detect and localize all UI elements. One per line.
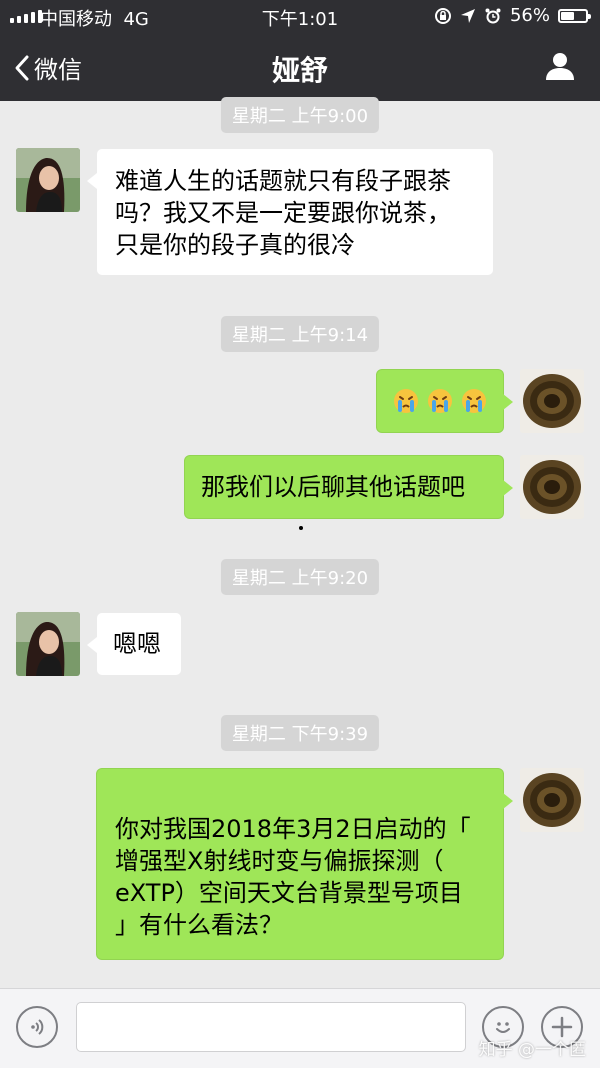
message-timestamp: 星期二 上午9:14 xyxy=(220,316,380,352)
stray-dot xyxy=(299,526,303,530)
message-text-line: 」有什么看法？ xyxy=(115,911,283,939)
my-photo xyxy=(520,369,584,433)
chat-title: 娅舒 xyxy=(271,54,328,87)
outgoing-message-bubble[interactable]: 你对我国2018年3月2日启动的「 增强型X射线时变与偏振探测（ eXTP）空间… xyxy=(96,768,513,960)
message-timestamp: 星期二 下午9:39 xyxy=(220,715,380,751)
contact-avatar[interactable] xyxy=(16,612,80,676)
crying-face-emoji xyxy=(426,387,454,415)
voice-input-button[interactable] xyxy=(16,1006,58,1048)
message-text-line: eXTP）空间天文台背景型号项目 xyxy=(115,879,463,907)
message-text-line: 吗？我又不是一定要跟你说茶， xyxy=(115,199,451,227)
crying-face-emoji xyxy=(392,387,420,415)
incoming-message-bubble[interactable]: 难道人生的话题就只有段子跟茶 吗？我又不是一定要跟你说茶， 只是你的段子真的很冷 xyxy=(87,148,494,276)
voice-wave-icon xyxy=(31,1019,44,1035)
contact-photo xyxy=(16,612,80,676)
message-input[interactable] xyxy=(76,1002,466,1052)
battery-icon xyxy=(558,8,591,23)
message-timestamp: 星期二 上午9:20 xyxy=(220,559,380,595)
watermark-text: 知乎 @一个匿 xyxy=(478,1040,586,1060)
outgoing-message-bubble[interactable]: 那我们以后聊其他话题吧 xyxy=(184,455,513,519)
battery-percent: 56% xyxy=(509,5,550,26)
status-indicators: 56% xyxy=(434,5,591,26)
location-arrow-icon xyxy=(460,8,475,23)
crying-face-emoji xyxy=(460,387,488,415)
my-photo xyxy=(520,455,584,519)
chat-header: 微信 娅舒 xyxy=(0,32,600,101)
message-text-line: 你对我国2018年3月2日启动的「 xyxy=(115,815,471,843)
rotation-lock-icon xyxy=(434,7,451,24)
top-bar: 中国移动 4G 下午1:01 56% 微信 娅舒 xyxy=(0,0,600,101)
message-timestamp: 星期二 上午9:00 xyxy=(220,97,380,133)
battery-level-fill xyxy=(561,11,575,20)
emoji-row xyxy=(377,370,503,432)
profile-icon[interactable] xyxy=(544,50,576,82)
outgoing-message-bubble[interactable] xyxy=(376,369,513,433)
contact-photo xyxy=(16,148,80,212)
alarm-clock-icon xyxy=(485,8,501,23)
my-avatar[interactable] xyxy=(520,768,584,832)
status-bar: 中国移动 4G 下午1:01 56% xyxy=(0,0,600,32)
my-avatar[interactable] xyxy=(520,455,584,519)
message-text-line: 那我们以后聊其他话题吧 xyxy=(201,473,465,501)
message-text-line: 只是你的段子真的很冷 xyxy=(115,231,355,259)
contact-avatar[interactable] xyxy=(16,148,80,212)
message-text-line: 增强型X射线时变与偏振探测（ xyxy=(115,847,444,875)
message-text-line: 嗯嗯 xyxy=(113,630,161,658)
incoming-message-bubble[interactable]: 嗯嗯 xyxy=(87,612,182,676)
my-avatar[interactable] xyxy=(520,369,584,433)
my-photo xyxy=(520,768,584,832)
message-text-line: 难道人生的话题就只有段子跟茶 xyxy=(115,167,451,195)
